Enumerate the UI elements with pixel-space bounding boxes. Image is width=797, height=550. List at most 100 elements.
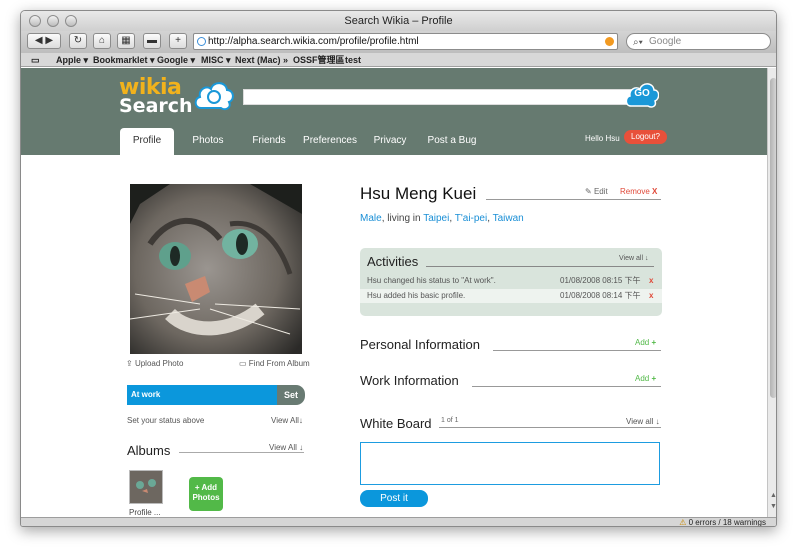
window-title: Search Wikia – Profile bbox=[344, 15, 453, 27]
print-icon: ▬ bbox=[147, 35, 157, 46]
warnings-indicator[interactable]: ⚠ 0 errors / 18 warnings bbox=[679, 518, 766, 527]
find-from-album-link[interactable]: ▭ Find From Album bbox=[239, 359, 310, 368]
tab-post-a-bug[interactable]: Post a Bug bbox=[425, 128, 479, 155]
albums-heading: Albums bbox=[127, 443, 171, 458]
find-from-album-label: Find From Album bbox=[248, 359, 310, 368]
activity-date: 01/08/2008 08:14 下午 bbox=[560, 291, 641, 300]
activities-view-all-label: View all bbox=[619, 255, 643, 262]
go-button[interactable]: GO bbox=[625, 80, 660, 108]
status-input[interactable]: At work bbox=[127, 385, 277, 405]
cat-photo-image bbox=[130, 184, 302, 354]
tab-profile[interactable]: Profile bbox=[120, 128, 174, 155]
personal-information-heading: Personal Information bbox=[360, 337, 480, 352]
album-thumbnail[interactable] bbox=[129, 470, 163, 504]
close-icon: X bbox=[652, 187, 658, 196]
search-placeholder: Google bbox=[649, 36, 682, 47]
bookmark-ossf[interactable]: OSSF管理區 bbox=[293, 53, 345, 67]
upload-photo-label: Upload Photo bbox=[134, 359, 184, 368]
logo-cloud-icon bbox=[194, 82, 234, 111]
down-arrow-icon: ↓ bbox=[299, 443, 304, 452]
reload-button[interactable]: ↻ bbox=[69, 33, 87, 49]
pencil-icon: ✎ bbox=[585, 187, 592, 196]
city-link[interactable]: Taipei bbox=[423, 213, 449, 224]
set-status-button[interactable]: Set bbox=[277, 385, 305, 405]
snapback-button[interactable]: ▬ bbox=[143, 33, 161, 49]
home-icon: ⌂ bbox=[98, 35, 106, 46]
white-board-textarea[interactable] bbox=[360, 442, 660, 485]
region-link[interactable]: T'ai-pei bbox=[455, 213, 487, 224]
status-view-all-label: View All bbox=[271, 416, 299, 425]
upload-photo-link[interactable]: ⇪ Upload Photo bbox=[126, 359, 183, 368]
tab-photos[interactable]: Photos bbox=[189, 128, 227, 155]
greeting: Hello Hsu bbox=[585, 134, 620, 143]
bookmark-google[interactable]: Google ▾ bbox=[157, 53, 195, 67]
browser-status-bar: ⚠ 0 errors / 18 warnings bbox=[21, 517, 776, 527]
edit-label: Edit bbox=[593, 187, 608, 196]
scrollbar-thumb[interactable] bbox=[770, 78, 776, 398]
go-label: GO bbox=[634, 88, 650, 99]
bookmark-apple[interactable]: Apple ▾ bbox=[56, 53, 88, 67]
add-label: Add bbox=[635, 374, 650, 383]
scroll-down-icon[interactable]: ▼ bbox=[769, 503, 776, 510]
new-tab-button[interactable]: + bbox=[169, 33, 187, 49]
address-bar[interactable]: http://alpha.search.wikia.com/profile/pr… bbox=[193, 33, 618, 50]
url-text: http://alpha.search.wikia.com/profile/pr… bbox=[208, 36, 419, 47]
autofill-button[interactable]: ▦ bbox=[117, 33, 135, 49]
tab-preferences[interactable]: Preferences bbox=[303, 128, 357, 155]
browser-search-input[interactable]: ⌕▾ Google bbox=[626, 33, 771, 50]
bookmark-test[interactable]: test bbox=[345, 53, 361, 67]
add-label: Add bbox=[635, 338, 650, 347]
tab-friends[interactable]: Friends bbox=[249, 128, 289, 155]
back-forward-buttons[interactable]: ◀ ▶ bbox=[27, 33, 61, 49]
search-icon: ⌕▾ bbox=[633, 37, 643, 48]
scroll-up-icon[interactable]: ▲ bbox=[769, 492, 776, 499]
bookmark-bookmarklet[interactable]: Bookmarklet ▾ bbox=[93, 53, 155, 67]
work-divider bbox=[472, 386, 661, 387]
title-bar: Search Wikia – Profile bbox=[21, 11, 776, 31]
down-arrow-icon: ↓ bbox=[644, 255, 649, 262]
delete-activity-icon[interactable]: x bbox=[649, 289, 653, 303]
white-board-heading: White Board bbox=[360, 416, 432, 431]
back-arrow-icon[interactable]: ◀ bbox=[35, 35, 43, 46]
activity-text: Hsu added his basic profile. bbox=[367, 291, 466, 300]
tab-privacy[interactable]: Privacy bbox=[372, 128, 408, 155]
plus-icon: + bbox=[651, 338, 657, 347]
forward-arrow-icon[interactable]: ▶ bbox=[45, 35, 53, 46]
upload-icon: ⇪ bbox=[126, 359, 133, 368]
delete-activity-icon[interactable]: x bbox=[649, 274, 653, 288]
activities-panel: Activities View all ↓ Hsu changed his st… bbox=[360, 248, 662, 316]
edit-link[interactable]: ✎ Edit bbox=[585, 187, 608, 196]
white-board-count: 1 of 1 bbox=[441, 417, 459, 424]
bookmark-next-mac[interactable]: Next (Mac) » bbox=[235, 53, 288, 67]
minimize-window-button[interactable] bbox=[47, 15, 59, 27]
logout-button[interactable]: Logout? bbox=[624, 130, 667, 144]
cat-thumbnail-image bbox=[130, 471, 162, 503]
gender-link[interactable]: Male bbox=[360, 213, 382, 224]
logo-search[interactable]: Search bbox=[119, 95, 193, 117]
warnings-text: 0 errors / 18 warnings bbox=[688, 518, 766, 527]
site-search-input[interactable] bbox=[243, 89, 633, 105]
vertical-scrollbar[interactable]: ▲ ▼ bbox=[767, 68, 776, 518]
remove-link[interactable]: Remove X bbox=[620, 187, 657, 196]
bookmark-misc[interactable]: MISC ▾ bbox=[201, 53, 231, 67]
rss-icon[interactable] bbox=[605, 37, 614, 46]
close-window-button[interactable] bbox=[29, 15, 41, 27]
status-view-all-link[interactable]: View All↓ bbox=[271, 416, 303, 425]
home-button[interactable]: ⌂ bbox=[93, 33, 111, 49]
post-it-button[interactable]: Post it bbox=[360, 490, 428, 507]
white-board-view-all-link[interactable]: View all ↓ bbox=[626, 417, 660, 426]
albums-view-all-link[interactable]: View All ↓ bbox=[269, 443, 303, 452]
activities-view-all-link[interactable]: View all ↓ bbox=[619, 255, 648, 262]
work-add-link[interactable]: Add + bbox=[635, 374, 656, 383]
add-photos-button[interactable]: + Add Photos bbox=[189, 477, 223, 511]
warning-icon: ⚠ bbox=[679, 518, 687, 527]
personal-add-link[interactable]: Add + bbox=[635, 338, 656, 347]
white-board-divider bbox=[439, 427, 661, 428]
plus-icon: + bbox=[175, 35, 181, 46]
activity-date: 01/08/2008 08:15 下午 bbox=[560, 276, 641, 285]
activities-heading: Activities bbox=[367, 254, 419, 269]
bookmarks-book-icon[interactable]: ▭ bbox=[31, 53, 40, 67]
zoom-window-button[interactable] bbox=[65, 15, 77, 27]
profile-photo[interactable] bbox=[130, 184, 302, 354]
country-link[interactable]: Taiwan bbox=[493, 213, 524, 224]
